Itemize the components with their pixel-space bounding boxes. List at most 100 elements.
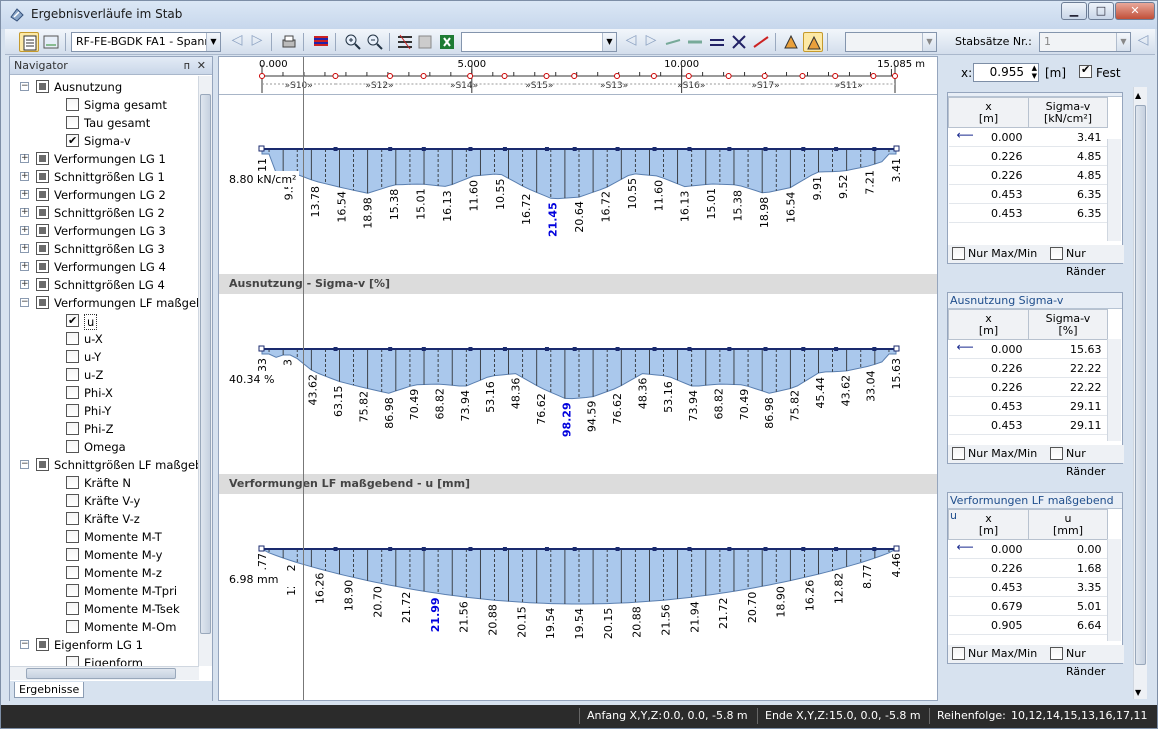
- zoom-out-icon[interactable]: [365, 32, 385, 52]
- tree-checkbox[interactable]: [36, 170, 49, 183]
- pin-icon[interactable]: ᴨ: [184, 57, 190, 74]
- tree-item[interactable]: − Verformungen LF maßgeb: [10, 294, 200, 312]
- table-row[interactable]: 0.226 22.22: [948, 377, 1108, 397]
- tree-item[interactable]: Kräfte V-z: [10, 510, 198, 528]
- prev-member-icon[interactable]: ◁: [621, 32, 641, 52]
- navigator-toggle-icon[interactable]: [19, 32, 39, 52]
- tree-item[interactable]: + Schnittgrößen LG 2: [10, 204, 198, 222]
- member-ruler[interactable]: 0.000 5.000 10.000 15.085 m »S10» »S12» »S14»»…: [219, 57, 937, 95]
- maximize-button[interactable]: □: [1088, 2, 1114, 20]
- tree-item[interactable]: u: [10, 312, 198, 330]
- tree-item[interactable]: Momente M-Om: [10, 618, 198, 636]
- table-row[interactable]: 0.226 22.22: [948, 358, 1108, 378]
- show-model-icon[interactable]: [803, 32, 823, 52]
- section-icon[interactable]: [751, 32, 771, 52]
- tree-item[interactable]: + Schnittgrößen LG 1: [10, 168, 198, 186]
- tree-item[interactable]: Momente M-Tpri: [10, 582, 198, 600]
- table-row[interactable]: ⟵ 0.000 3.41: [948, 127, 1108, 147]
- print-icon[interactable]: [279, 32, 299, 52]
- table-scrollbar[interactable]: [1107, 139, 1121, 241]
- tree-item[interactable]: u-X: [10, 330, 198, 348]
- tree-item[interactable]: + Verformungen LG 1: [10, 150, 198, 168]
- stabsaetze-combo[interactable]: 1 ▼: [1039, 32, 1131, 52]
- prev-arrow-icon[interactable]: ◁: [227, 32, 247, 52]
- collapse-icon[interactable]: −: [20, 640, 29, 649]
- zoom-in-icon[interactable]: [343, 32, 363, 52]
- table-row[interactable]: 0.905 6.64: [948, 615, 1108, 635]
- close-button[interactable]: ✕: [1115, 2, 1155, 20]
- table-row[interactable]: 0.453 6.35: [948, 184, 1108, 204]
- tree-checkbox[interactable]: [36, 152, 49, 165]
- table-row[interactable]: 0.453 3.35: [948, 577, 1108, 597]
- navigator-close-icon[interactable]: ✕: [197, 57, 206, 74]
- tree-item[interactable]: − Eigenform LG 1: [10, 636, 198, 654]
- tree-checkbox[interactable]: [66, 656, 79, 666]
- table-row[interactable]: ⟵ 0.000 15.63: [948, 339, 1108, 359]
- navigator-vertical-scrollbar[interactable]: [198, 76, 212, 666]
- tree-item[interactable]: Momente M-T: [10, 528, 198, 546]
- member-select-icon[interactable]: [685, 32, 705, 52]
- tree-item[interactable]: + Verformungen LG 3: [10, 222, 198, 240]
- expand-icon[interactable]: +: [20, 226, 29, 235]
- tree-checkbox[interactable]: [36, 278, 49, 291]
- expand-icon[interactable]: +: [20, 244, 29, 253]
- tree-item[interactable]: Sigma-v: [10, 132, 198, 150]
- table-row[interactable]: 0.453 29.11: [948, 415, 1108, 435]
- expand-icon[interactable]: +: [20, 172, 29, 181]
- tree-checkbox[interactable]: [66, 132, 79, 150]
- tree-checkbox[interactable]: [66, 530, 79, 543]
- tab-ergebnisse[interactable]: Ergebnisse: [14, 682, 85, 698]
- x-cursor-line[interactable]: [303, 57, 304, 700]
- expand-icon[interactable]: +: [20, 280, 29, 289]
- tree-checkbox[interactable]: [36, 260, 49, 273]
- table-scrollbar[interactable]: [1107, 539, 1121, 641]
- load-case-combo[interactable]: RF-FE-BGDK FA1 - Spann ▼: [71, 32, 221, 52]
- tree-item[interactable]: − Schnittgrößen LF maßgebe: [10, 456, 200, 474]
- table-scrollbar[interactable]: [1107, 339, 1121, 441]
- main-vertical-scrollbar[interactable]: ▲ ▼: [1133, 87, 1147, 699]
- settings-icon[interactable]: [395, 32, 415, 52]
- table-row[interactable]: 0.226 4.85: [948, 165, 1108, 185]
- tree-item[interactable]: + Schnittgrößen LG 3: [10, 240, 198, 258]
- member-combo[interactable]: ▼: [845, 32, 937, 52]
- expand-icon[interactable]: +: [20, 262, 29, 271]
- minimize-button[interactable]: ▁: [1061, 2, 1087, 20]
- tree-checkbox[interactable]: [36, 458, 49, 471]
- next-arrow-icon[interactable]: ▷: [247, 32, 267, 52]
- tree-item[interactable]: Phi-Z: [10, 420, 198, 438]
- tree-item[interactable]: + Schnittgrößen LG 4: [10, 276, 198, 294]
- collapse-icon[interactable]: −: [20, 298, 29, 307]
- extremes-icon[interactable]: [729, 32, 749, 52]
- x-input[interactable]: 0.955 ▲ ▼: [973, 63, 1039, 82]
- expand-icon[interactable]: +: [20, 154, 29, 163]
- table-row[interactable]: 0.453 6.35: [948, 203, 1108, 223]
- tree-checkbox[interactable]: [66, 476, 79, 489]
- tree-checkbox[interactable]: [66, 386, 79, 399]
- tree-checkbox[interactable]: [66, 620, 79, 633]
- nur-maxmin-checkbox[interactable]: [952, 247, 965, 260]
- tree-item[interactable]: Kräfte V-y: [10, 492, 198, 510]
- table-row[interactable]: 0.226 1.68: [948, 558, 1108, 578]
- expand-icon[interactable]: +: [20, 208, 29, 217]
- tree-item[interactable]: Momente M-z: [10, 564, 198, 582]
- result-diagrams[interactable]: 11 9.52 13.78 16.54 18.98 15.38 15.01 16.13 11.6…: [219, 95, 937, 700]
- tree-checkbox[interactable]: [66, 602, 79, 615]
- filter-combo[interactable]: ▼: [461, 32, 617, 52]
- prev-set-icon[interactable]: ◁: [1133, 32, 1153, 52]
- navigator-horizontal-scrollbar[interactable]: [10, 666, 199, 680]
- tree-checkbox[interactable]: [66, 584, 79, 597]
- tree-item[interactable]: Momente M-Tsek: [10, 600, 198, 618]
- nur-maxmin-checkbox[interactable]: [952, 447, 965, 460]
- tree-checkbox[interactable]: [66, 566, 79, 579]
- tree-item[interactable]: Omega: [10, 438, 198, 456]
- table-row[interactable]: 0.679 5.01: [948, 596, 1108, 616]
- tree-checkbox[interactable]: [66, 98, 79, 111]
- tree-checkbox[interactable]: [66, 312, 79, 330]
- tree-item[interactable]: Phi-X: [10, 384, 198, 402]
- member-view-icon[interactable]: [663, 32, 683, 52]
- tree-checkbox[interactable]: [66, 368, 79, 381]
- tree-item[interactable]: + Verformungen LG 2: [10, 186, 198, 204]
- tree-item[interactable]: Phi-Y: [10, 402, 198, 420]
- tree-item[interactable]: Momente M-y: [10, 546, 198, 564]
- excel-icon[interactable]: [437, 32, 457, 52]
